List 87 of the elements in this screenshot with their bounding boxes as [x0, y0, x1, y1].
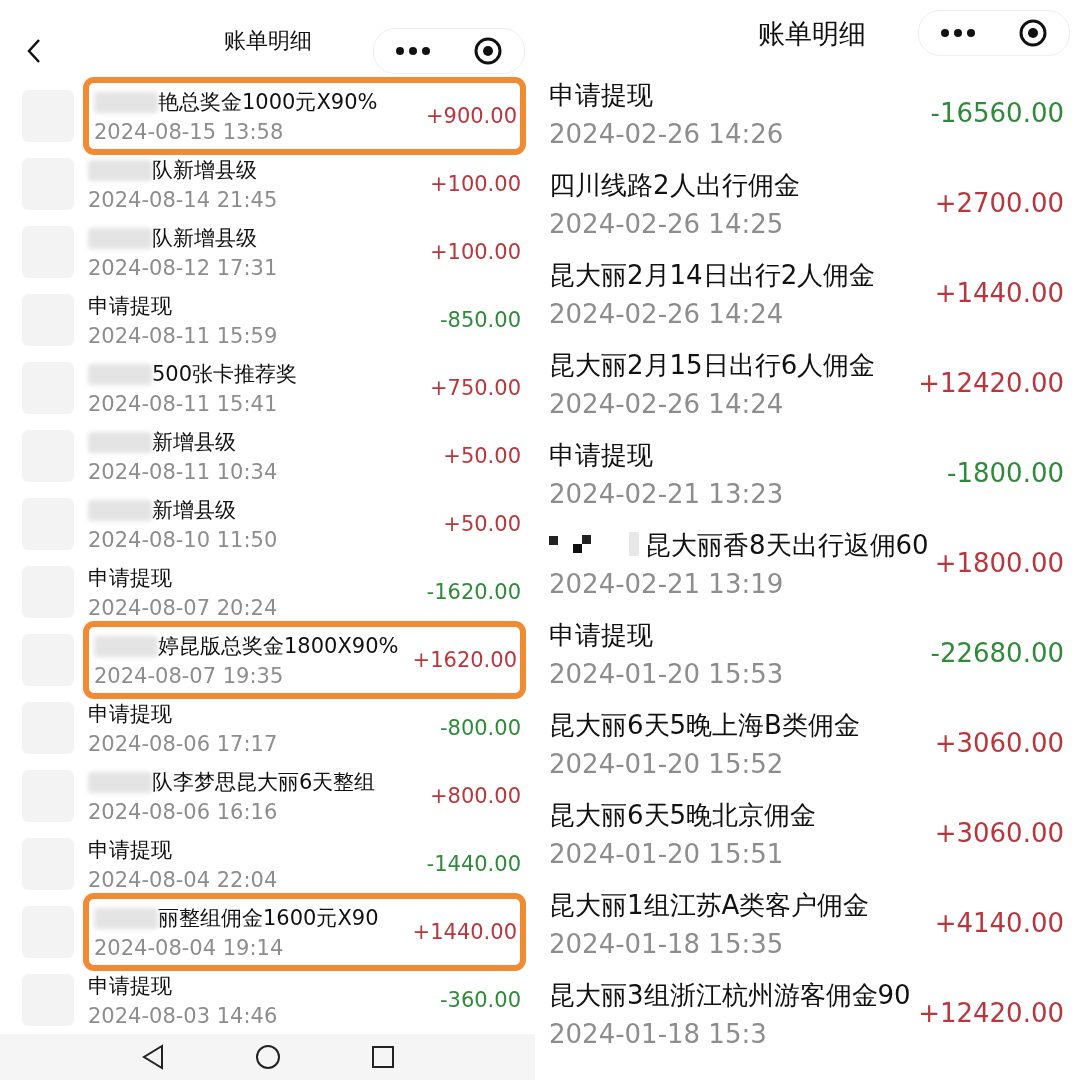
entry-amount: +4140.00: [934, 908, 1064, 938]
entry-title: 申请提现: [549, 78, 653, 112]
entry-date: 2024-01-18 15:35: [549, 928, 785, 959]
entry-title: 婷昆版总奖金1800X90%: [158, 633, 399, 660]
entry-date: 2024-01-20 15:51: [549, 838, 785, 869]
entry-title: 四川线路2人出行佣金: [549, 168, 800, 202]
entry-date: 2024-02-26 14:24: [549, 388, 785, 419]
close-icon[interactable]: [473, 36, 503, 66]
entry-date: 2024-08-15 13:58: [94, 120, 285, 144]
entry-date: 2024-08-14 21:45: [88, 188, 278, 212]
page-title: 账单明细: [223, 27, 312, 55]
entry-title: 昆大丽2月14日出行2人佣金: [549, 258, 876, 292]
entry-date: 2024-08-03 14:46: [88, 1004, 278, 1028]
entry-amount: -22680.00: [930, 638, 1064, 668]
entry-amount: +800.00: [429, 784, 521, 808]
entry-amount: +50.00: [443, 512, 521, 536]
more-icon[interactable]: [940, 28, 976, 38]
entry-amount: +900.00: [425, 104, 517, 128]
entry-amount: +1800.00: [934, 548, 1064, 578]
entry-date: 2024-08-06 16:16: [88, 800, 279, 824]
entry-title: 新增县级: [152, 429, 236, 456]
back-icon[interactable]: [140, 1044, 165, 1070]
entry-date: 2024-01-20 15:53: [549, 658, 784, 689]
entry-title: 申请提现: [549, 438, 653, 472]
entry-amount: +1620.00: [412, 648, 517, 672]
entry-title: 昆大丽6天5晚北京佣金: [549, 798, 817, 832]
entry-amount: -1620.00: [426, 580, 521, 604]
entry-title: 队李梦思昆大丽6天整组: [152, 769, 376, 796]
home-icon[interactable]: [254, 1044, 281, 1070]
entry-amount: -1440.00: [426, 852, 521, 876]
square-icon[interactable]: [370, 1045, 395, 1069]
entry-amount: -850.00: [439, 308, 521, 332]
entry-amount: +50.00: [443, 444, 521, 468]
page-title: 账单明细: [757, 17, 866, 51]
entry-title: 丽整组佣金1600元X90: [158, 905, 379, 932]
entry-date: 2024-02-26 14:25: [549, 208, 785, 239]
entry-title: 艳总奖金1000元X90%: [158, 89, 378, 116]
entry-amount: +100.00: [429, 172, 521, 196]
entry-amount: +1440.00: [934, 278, 1064, 308]
entry-title: 昆大丽3组浙江杭州游客佣金90: [549, 978, 911, 1012]
entry-title: 昆大丽2月15日出行6人佣金: [549, 348, 876, 382]
capsule-menu[interactable]: [373, 28, 525, 74]
entry-date: 2024-08-04 19:14: [94, 936, 285, 960]
entry-title: 昆大丽香8天出行返佣60: [645, 528, 929, 562]
entry-date: 2024-02-26 14:26: [549, 118, 784, 149]
entry-title: 新增县级: [152, 497, 236, 524]
entry-date: 2024-08-12 17:31: [88, 256, 278, 280]
entry-date: 2024-02-26 14:24: [549, 298, 785, 329]
entry-amount: +2700.00: [934, 188, 1064, 218]
entry-date: 2024-08-07 20:24: [88, 596, 278, 620]
entry-title: 申请提现: [88, 701, 172, 728]
entry-date: 2024-02-21 13:23: [549, 478, 784, 509]
entry-date: 2024-01-20 15:52: [549, 748, 785, 779]
entry-date: 2024-08-07 19:35: [94, 664, 285, 688]
entry-title: 昆大丽1组江苏A类客户佣金: [549, 888, 870, 922]
back-icon[interactable]: [26, 38, 42, 64]
entry-title: 申请提现: [88, 293, 172, 320]
close-icon[interactable]: [1018, 18, 1048, 48]
capsule-menu[interactable]: [918, 10, 1070, 56]
entry-amount: +3060.00: [934, 818, 1064, 848]
entry-amount: +1440.00: [412, 920, 517, 944]
entry-date: 2024-08-11 10:34: [88, 460, 278, 484]
more-icon[interactable]: [395, 46, 431, 56]
entry-title: 500张卡推荐奖: [152, 361, 298, 388]
entry-title: 申请提现: [88, 837, 172, 864]
entry-title: 申请提现: [88, 565, 172, 592]
entry-title: 申请提现: [549, 618, 653, 652]
entry-date: 2024-08-04 22:04: [88, 868, 278, 892]
entry-amount: +100.00: [429, 240, 521, 264]
entry-amount: -16560.00: [930, 98, 1064, 128]
entry-date: 2024-08-06 17:17: [88, 732, 278, 756]
entry-title: 昆大丽6天5晚上海B类佣金: [549, 708, 860, 742]
entry-title: 队新增县级: [152, 225, 257, 252]
entry-date: 2024-02-21 13:19: [549, 568, 785, 599]
entry-date: 2024-01-18 15:3: [549, 1018, 768, 1049]
entry-amount: +3060.00: [934, 728, 1064, 758]
entry-date: 2024-08-10 11:50: [88, 528, 278, 552]
entry-amount: +750.00: [429, 376, 521, 400]
entry-amount: -800.00: [439, 716, 521, 740]
entry-amount: +12420.00: [918, 368, 1064, 398]
entry-date: 2024-08-11 15:59: [88, 324, 278, 348]
entry-date: 2024-08-11 15:41: [88, 392, 279, 416]
entry-amount: -1800.00: [947, 458, 1064, 488]
entry-title: 队新增县级: [152, 157, 257, 184]
entry-amount: +12420.00: [918, 998, 1064, 1028]
entry-title: 申请提现: [88, 973, 172, 1000]
entry-amount: -360.00: [439, 988, 521, 1012]
